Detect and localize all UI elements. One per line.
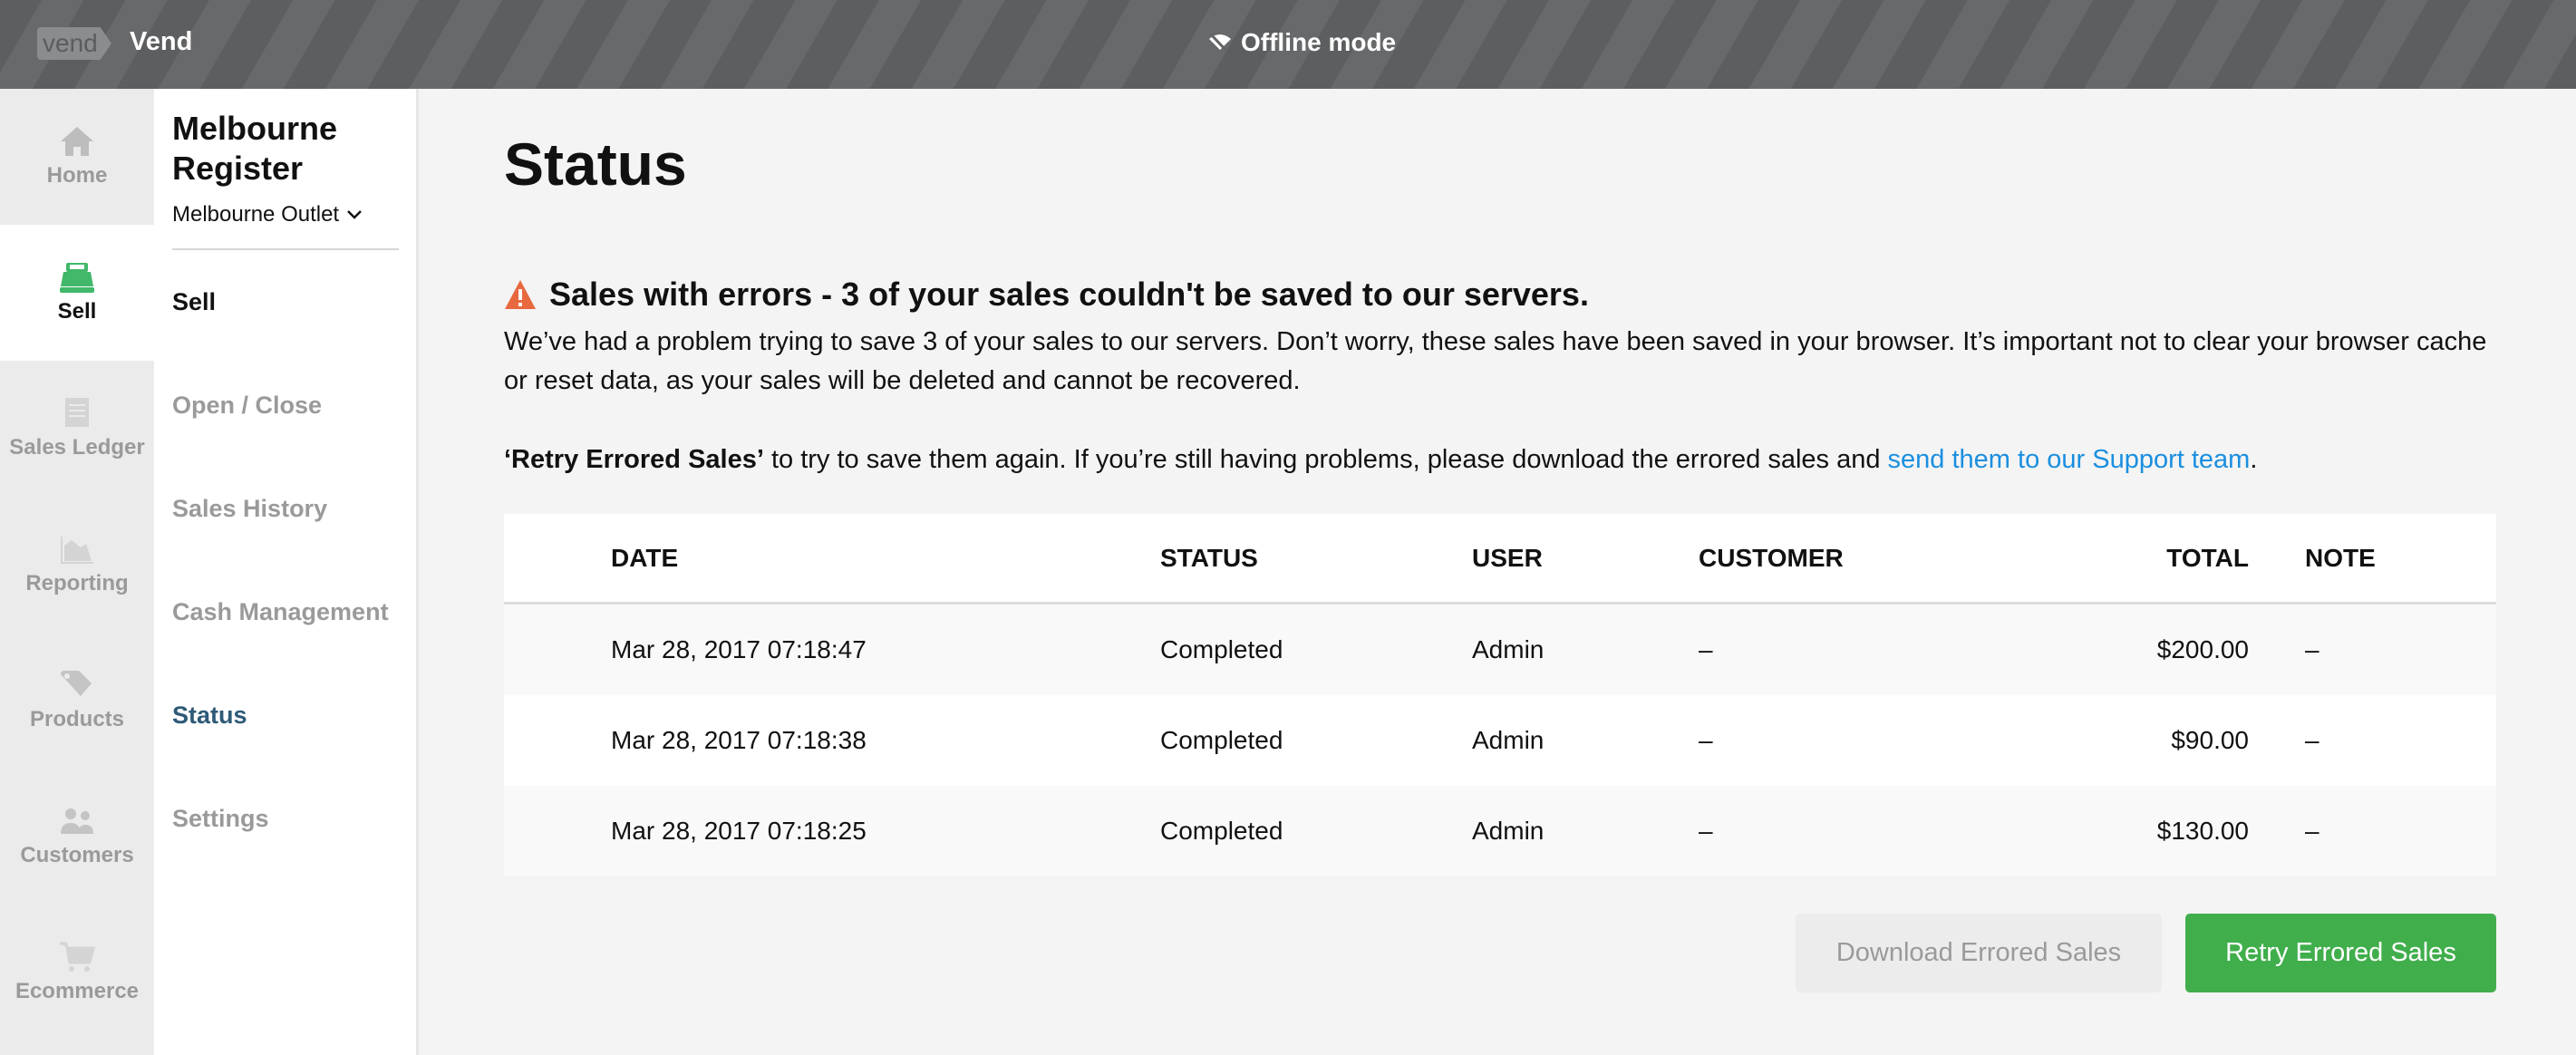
icon-rail: Home Sell Sales Ledger Reporting Product… [0, 89, 154, 1055]
page-title: Status [504, 131, 687, 198]
errored-sales-table: DATE STATUS USER CUSTOMER TOTAL NOTE Mar… [504, 514, 2496, 876]
register-name: Melbourne Register [172, 110, 338, 187]
retry-errored-sales-button[interactable]: Retry Errored Sales [2185, 914, 2496, 992]
column-user: USER [1472, 543, 1543, 572]
cell-user: Admin [1472, 635, 1545, 663]
error-heading: Sales with errors - 3 of your sales coul… [504, 276, 1589, 314]
cell-status: Completed [1160, 817, 1283, 845]
rail-label: Home [46, 163, 108, 188]
rail-item-ecommerce[interactable]: Ecommerce [0, 905, 154, 1040]
rail-item-sales-ledger[interactable]: Sales Ledger [0, 361, 154, 497]
column-total: TOTAL [2166, 543, 2249, 572]
tag-icon [61, 671, 92, 696]
rail-item-customers[interactable]: Customers [0, 769, 154, 905]
top-bar: vend Vend Offline mode [0, 0, 2576, 89]
rail-label: Reporting [25, 571, 129, 595]
column-note: NOTE [2305, 543, 2376, 572]
cell-date: Mar 28, 2017 07:18:47 [611, 635, 867, 663]
cell-date: Mar 28, 2017 07:18:38 [611, 726, 867, 754]
sub-navigation: Melbourne Register Melbourne Outlet Sell… [154, 89, 419, 1055]
nav-item-status[interactable]: Status [172, 702, 247, 730]
users-icon [61, 808, 93, 834]
cell-note: – [2305, 635, 2319, 663]
home-icon [61, 127, 93, 156]
cell-customer: – [1699, 726, 1713, 754]
error-heading-text: Sales with errors - 3 of your sales coul… [549, 276, 1589, 313]
cell-total: $90.00 [2171, 726, 2249, 754]
wifi-off-icon [1209, 33, 1231, 53]
rail-label: Customers [20, 843, 134, 867]
retry-instructions: ‘Retry Errored Sales’ to try to save the… [504, 440, 2257, 479]
cell-note: – [2305, 726, 2319, 754]
register-icon [60, 263, 94, 293]
chevron-down-icon [347, 210, 362, 219]
rail-label: Products [29, 707, 124, 731]
rail-item-reporting[interactable]: Reporting [0, 497, 154, 633]
table-row[interactable]: Mar 28, 2017 07:18:38 Completed Admin – $90.… [504, 695, 2496, 786]
cart-icon [60, 942, 95, 972]
nav-item-sell[interactable]: Sell [172, 288, 216, 316]
cell-user: Admin [1472, 726, 1545, 754]
divider [172, 248, 399, 250]
cell-status: Completed [1160, 635, 1283, 663]
cell-customer: – [1699, 817, 1713, 845]
outlet-selector[interactable]: Melbourne Outlet [172, 202, 363, 227]
offline-label: Offline mode [1241, 28, 1397, 56]
retry-text: to try to save them again. If you’re sti… [763, 445, 1888, 474]
cell-customer: – [1699, 635, 1713, 663]
support-link[interactable]: send them to our Support team [1888, 445, 2251, 474]
table-header: DATE STATUS USER CUSTOMER TOTAL NOTE [504, 514, 2496, 605]
receipt-icon [65, 398, 89, 427]
error-description: We’ve had a problem trying to save 3 of … [504, 327, 2487, 395]
brand-name: Vend [130, 27, 193, 56]
nav-item-settings[interactable]: Settings [172, 805, 269, 833]
nav-item-cash-management[interactable]: Cash Management [172, 598, 389, 626]
cell-date: Mar 28, 2017 07:18:25 [611, 817, 867, 845]
cell-status: Completed [1160, 726, 1283, 754]
cell-note: – [2305, 817, 2319, 845]
cell-user: Admin [1472, 817, 1545, 845]
nav-item-sales-history[interactable]: Sales History [172, 495, 327, 523]
rail-label: Ecommerce [15, 979, 140, 1003]
column-date: DATE [611, 543, 679, 572]
nav-item-open-close[interactable]: Open / Close [172, 392, 322, 420]
warning-icon [505, 280, 536, 309]
column-status: STATUS [1160, 543, 1258, 572]
vend-logo[interactable]: vend [37, 27, 111, 60]
offline-indicator: Offline mode [1208, 28, 1396, 57]
period: . [2250, 445, 2258, 474]
rail-label: Sales Ledger [9, 435, 145, 460]
chart-icon [61, 537, 93, 564]
cell-total: $200.00 [2156, 635, 2249, 663]
table-row[interactable]: Mar 28, 2017 07:18:47 Completed Admin – $200… [504, 605, 2496, 695]
column-customer: CUSTOMER [1699, 543, 1844, 572]
cell-total: $130.00 [2156, 817, 2249, 845]
rail-item-home[interactable]: Home [0, 89, 154, 225]
download-errored-sales-button[interactable]: Download Errored Sales [1796, 914, 2162, 992]
rail-item-sell[interactable]: Sell [0, 225, 154, 361]
retry-bold-text: ‘Retry Errored Sales’ [504, 445, 764, 474]
outlet-label: Melbourne Outlet [172, 202, 340, 227]
rail-item-products[interactable]: Products [0, 633, 154, 769]
rail-label: Sell [57, 299, 97, 324]
table-row[interactable]: Mar 28, 2017 07:18:25 Completed Admin – $130… [504, 786, 2496, 876]
